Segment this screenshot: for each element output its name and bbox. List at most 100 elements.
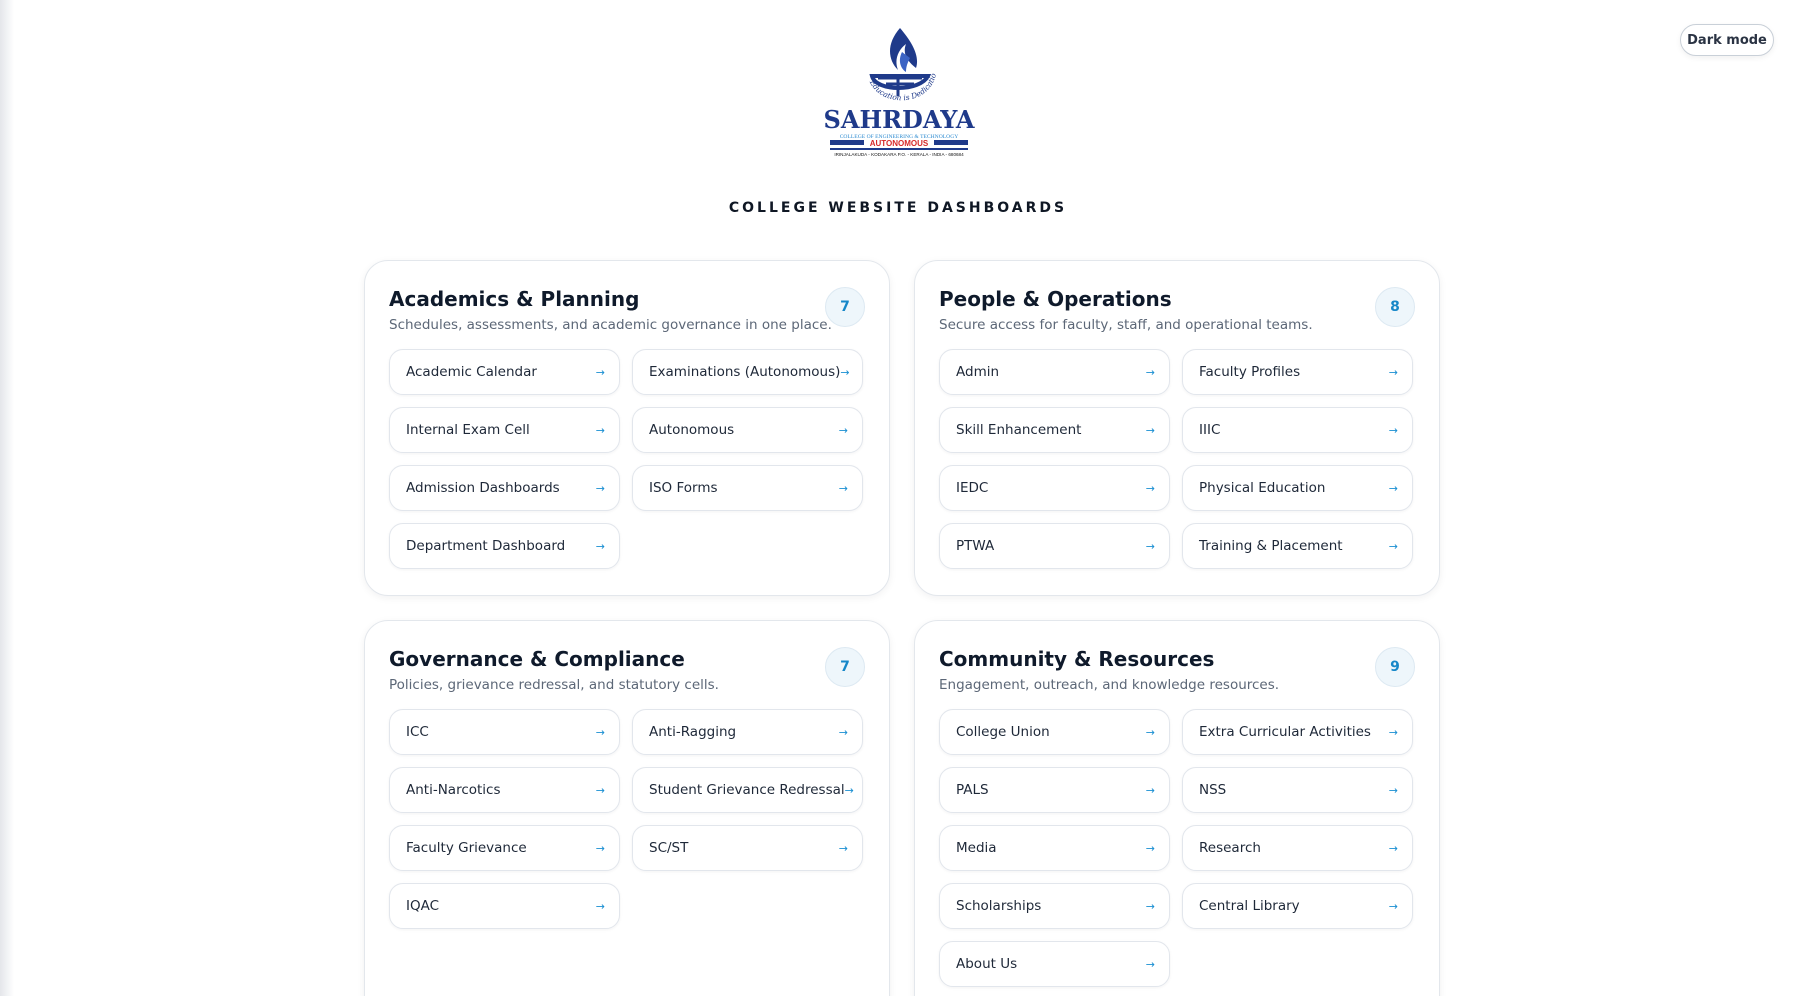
- dashboard-link-button[interactable]: IQAC →: [389, 883, 620, 929]
- card-title: Governance & Compliance: [389, 647, 685, 671]
- card-link-grid: College Union → Extra Curricular Activitie…: [939, 709, 1415, 987]
- dashboard-link-button[interactable]: Department Dashboard →: [389, 523, 620, 569]
- dashboard-link-button[interactable]: Central Library →: [1182, 883, 1413, 929]
- arrow-right-icon: →: [595, 481, 605, 495]
- dashboard-link-button[interactable]: ICC →: [389, 709, 620, 755]
- dashboard-link-button[interactable]: Student Grievance Redressal →: [632, 767, 863, 813]
- dashboard-link-label: Academic Calendar: [406, 364, 537, 380]
- dashboard-link-button[interactable]: SC/ST →: [632, 825, 863, 871]
- dashboard-link-button[interactable]: Anti-Ragging →: [632, 709, 863, 755]
- arrow-right-icon: →: [1145, 481, 1155, 495]
- card-count-badge: 8: [1375, 287, 1415, 327]
- card-subtitle: Policies, grievance redressal, and statu…: [389, 677, 719, 693]
- svg-text:AUTONOMOUS: AUTONOMOUS: [870, 139, 929, 148]
- logo-name: SAHRDAYA: [823, 105, 974, 134]
- dashboard-link-label: Anti-Narcotics: [406, 782, 501, 798]
- arrow-right-icon: →: [838, 481, 848, 495]
- dashboard-link-button[interactable]: Autonomous →: [632, 407, 863, 453]
- dashboard-link-button[interactable]: NSS →: [1182, 767, 1413, 813]
- dashboard-link-label: Internal Exam Cell: [406, 422, 530, 438]
- dashboard-link-label: Examinations (Autonomous): [649, 364, 841, 380]
- dashboard-link-button[interactable]: Internal Exam Cell →: [389, 407, 620, 453]
- dashboard-link-button[interactable]: PALS →: [939, 767, 1170, 813]
- dashboard-link-button[interactable]: Examinations (Autonomous) →: [632, 349, 863, 395]
- dashboard-link-button[interactable]: PTWA →: [939, 523, 1170, 569]
- dashboard-link-button[interactable]: IEDC →: [939, 465, 1170, 511]
- card-title: Academics & Planning: [389, 287, 640, 311]
- dashboard-link-button[interactable]: IIIC →: [1182, 407, 1413, 453]
- arrow-right-icon: →: [1388, 899, 1398, 913]
- arrow-right-icon: →: [1145, 841, 1155, 855]
- dashboard-link-label: IIIC: [1199, 422, 1221, 438]
- dashboard-link-label: Training & Placement: [1199, 538, 1343, 554]
- dashboard-link-button[interactable]: Faculty Grievance →: [389, 825, 620, 871]
- arrow-right-icon: →: [1145, 899, 1155, 913]
- svg-text:IRINJALAKUDA - KODAKARA P.O. -: IRINJALAKUDA - KODAKARA P.O. - KERALA - …: [834, 152, 964, 157]
- college-logo-graphic: Education is Dedication SAHRDAYA COLLEGE…: [818, 15, 975, 157]
- card-community-resources: Community & Resources Engagement, outrea…: [914, 620, 1440, 996]
- dashboard-link-label: Autonomous: [649, 422, 735, 438]
- arrow-right-icon: →: [1388, 365, 1398, 379]
- arrow-right-icon: →: [838, 423, 848, 437]
- dashboard-link-button[interactable]: About Us →: [939, 941, 1170, 987]
- arrow-right-icon: →: [1388, 539, 1398, 553]
- dashboard-link-label: Admission Dashboards: [406, 480, 560, 496]
- arrow-right-icon: →: [1145, 365, 1155, 379]
- dashboard-link-button[interactable]: Training & Placement →: [1182, 523, 1413, 569]
- dashboard-link-button[interactable]: College Union →: [939, 709, 1170, 755]
- arrow-right-icon: →: [1388, 841, 1398, 855]
- dashboard-link-label: About Us: [956, 956, 1018, 972]
- arrow-right-icon: →: [595, 423, 605, 437]
- card-people-operations: People & Operations Secure access for fa…: [914, 260, 1440, 596]
- page-title: COLLEGE WEBSITE DASHBOARDS: [728, 200, 1068, 216]
- dashboard-link-label: PTWA: [956, 538, 995, 554]
- dashboard-link-button[interactable]: Skill Enhancement →: [939, 407, 1170, 453]
- dashboard-link-button[interactable]: Faculty Profiles →: [1182, 349, 1413, 395]
- left-edge-shadow: [0, 0, 14, 996]
- arrow-right-icon: →: [1145, 539, 1155, 553]
- arrow-right-icon: →: [1388, 725, 1398, 739]
- dashboard-link-label: NSS: [1199, 782, 1227, 798]
- dashboard-link-button[interactable]: Scholarships →: [939, 883, 1170, 929]
- dark-mode-toggle[interactable]: Dark mode: [1680, 24, 1774, 56]
- dashboard-link-button[interactable]: Physical Education →: [1182, 465, 1413, 511]
- card-title: Community & Resources: [939, 647, 1215, 671]
- arrow-right-icon: →: [595, 899, 605, 913]
- arrow-right-icon: →: [1145, 957, 1155, 971]
- dashboard-link-button[interactable]: ISO Forms →: [632, 465, 863, 511]
- dashboard-link-label: SC/ST: [649, 840, 689, 856]
- dashboard-link-button[interactable]: Admission Dashboards →: [389, 465, 620, 511]
- college-logo: Education is Dedication SAHRDAYA COLLEGE…: [818, 15, 978, 172]
- dashboard-link-label: IQAC: [406, 898, 440, 914]
- card-count-badge: 9: [1375, 647, 1415, 687]
- dashboard-link-button[interactable]: Anti-Narcotics →: [389, 767, 620, 813]
- card-count-badge: 7: [825, 647, 865, 687]
- dashboard-link-button[interactable]: Research →: [1182, 825, 1413, 871]
- dashboard-link-button[interactable]: Admin →: [939, 349, 1170, 395]
- dashboard-link-label: ISO Forms: [649, 480, 718, 496]
- dashboard-link-label: Extra Curricular Activities: [1199, 724, 1371, 740]
- card-title: People & Operations: [939, 287, 1172, 311]
- dashboard-link-label: Physical Education: [1199, 480, 1326, 496]
- arrow-right-icon: →: [1145, 783, 1155, 797]
- card-subtitle: Engagement, outreach, and knowledge reso…: [939, 677, 1280, 693]
- card-link-grid: Academic Calendar → Examinations (Autonomo…: [389, 349, 865, 569]
- dashboard-link-label: Research: [1199, 840, 1261, 856]
- card-count-badge: 7: [825, 287, 865, 327]
- dashboard-link-label: Scholarships: [956, 898, 1042, 914]
- arrow-right-icon: →: [1388, 423, 1398, 437]
- dashboard-link-label: Faculty Grievance: [406, 840, 527, 856]
- dashboard-link-label: Department Dashboard: [406, 538, 566, 554]
- dashboard-link-button[interactable]: Extra Curricular Activities →: [1182, 709, 1413, 755]
- dashboard-link-label: Skill Enhancement: [956, 422, 1082, 438]
- card-academics-planning: Academics & Planning Schedules, assessme…: [364, 260, 890, 596]
- arrow-right-icon: →: [844, 783, 854, 797]
- dashboard-link-label: Central Library: [1199, 898, 1300, 914]
- svg-text:Education is Dedication: Education is Dedication: [820, 22, 938, 102]
- card-subtitle: Secure access for faculty, staff, and op…: [939, 317, 1313, 333]
- dashboard-link-button[interactable]: Academic Calendar →: [389, 349, 620, 395]
- arrow-right-icon: →: [1388, 481, 1398, 495]
- arrow-right-icon: →: [595, 365, 605, 379]
- card-link-grid: ICC → Anti-Ragging → Anti-Narcotics → Student …: [389, 709, 865, 929]
- dashboard-link-button[interactable]: Media →: [939, 825, 1170, 871]
